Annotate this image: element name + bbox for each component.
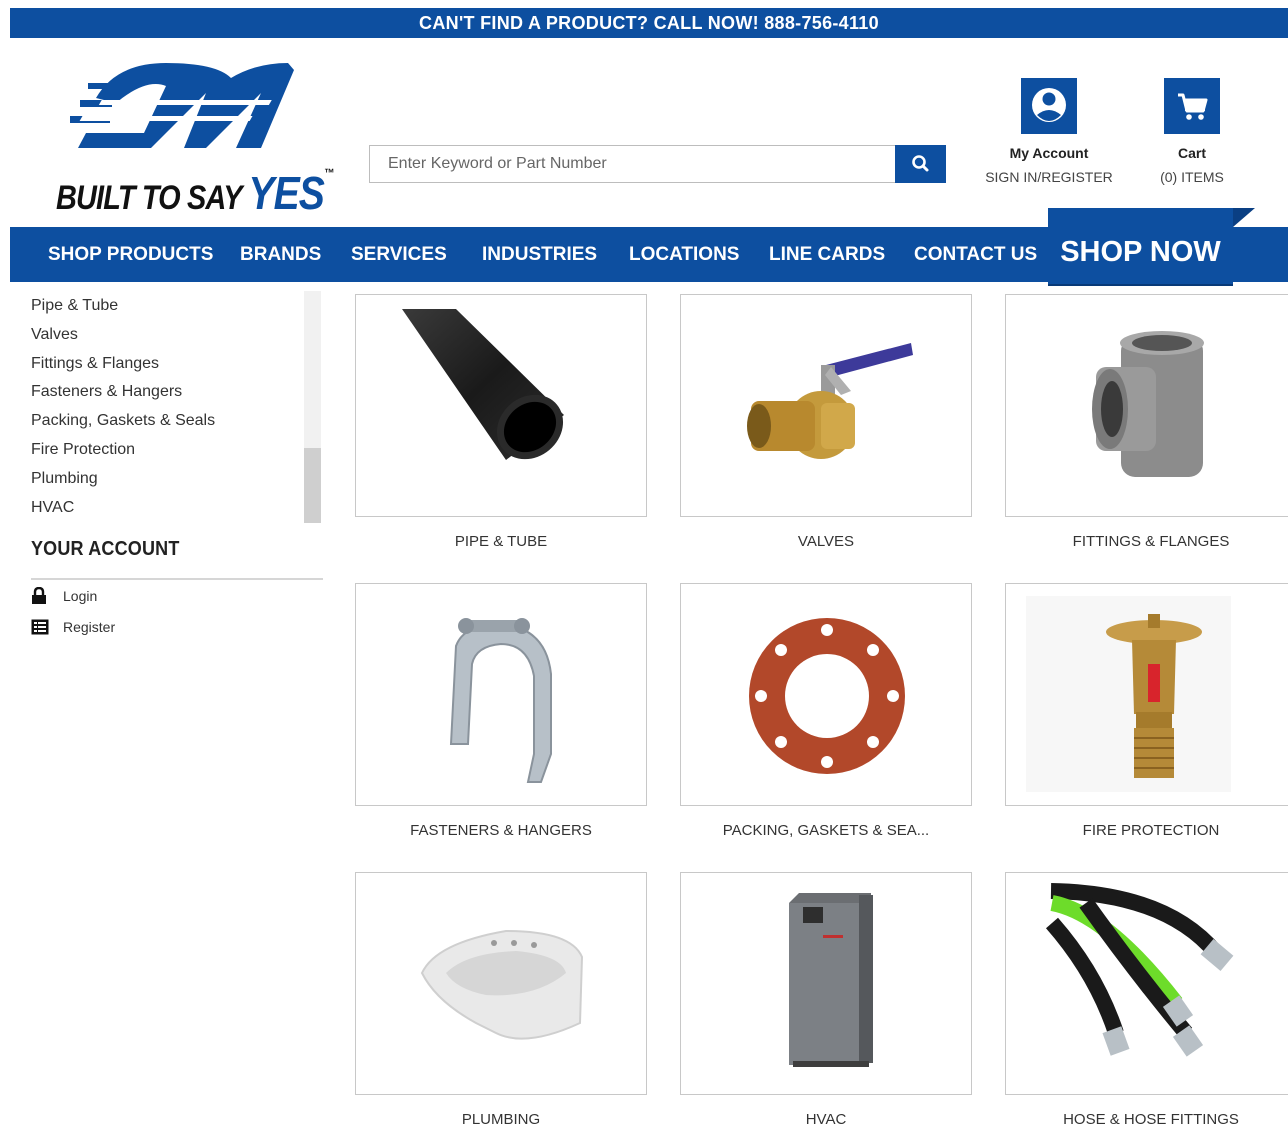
product-card-fasteners-hangers[interactable] [355,583,647,806]
search-input[interactable] [370,146,896,182]
nav-services[interactable]: SERVICES [351,227,447,282]
category-sidebar: Pipe & Tube Valves Fittings & Flanges Fa… [31,292,306,522]
product-label-packing-gaskets[interactable]: PACKING, GASKETS & SEA... [680,822,972,839]
product-label-pipe-tube[interactable]: PIPE & TUBE [355,533,647,550]
boiler-unit-image [789,893,873,1067]
product-card-fittings-flanges[interactable] [1005,294,1288,517]
sidebar-item-plumbing[interactable]: Plumbing [31,465,306,494]
sidebar-item-packing-gaskets-seals[interactable]: Packing, Gaskets & Seals [31,407,306,436]
logo-slogan: BUILT TO SAY YES™ [56,166,334,220]
login-label: Login [63,588,98,604]
lock-icon [32,587,46,604]
shop-now-tab-corner [1233,208,1255,227]
sidebar-item-pipe-tube[interactable]: Pipe & Tube [31,292,306,321]
divider [31,578,323,580]
cart-link[interactable]: Cart (0) ITEMS [1127,78,1257,185]
nav-line-cards[interactable]: LINE CARDS [769,227,885,282]
sidebar-item-fasteners-hangers[interactable]: Fasteners & Hangers [31,378,306,407]
register-list-icon [31,619,49,635]
search-icon [912,155,929,172]
search-button[interactable] [895,145,946,183]
cart-icon [1164,78,1220,134]
user-circle-icon [1021,78,1077,134]
red-flange-gasket-image [749,618,905,774]
sidebar-item-fire-protection[interactable]: Fire Protection [31,436,306,465]
product-label-plumbing[interactable]: PLUMBING [355,1111,647,1127]
register-label: Register [63,619,116,635]
nav-brands[interactable]: BRANDS [240,227,321,282]
your-account-heading: YOUR ACCOUNT [31,538,180,560]
my-account-title: My Account [1009,145,1089,161]
product-card-plumbing[interactable] [355,872,647,1095]
nav-shop-products[interactable]: SHOP PRODUCTS [48,227,213,282]
trademark-mark: ™ [324,166,334,180]
product-card-valves[interactable] [680,294,972,517]
product-card-fire-protection[interactable] [1005,583,1288,806]
product-card-hvac[interactable] [680,872,972,1095]
product-card-hose-fittings[interactable] [1005,872,1288,1095]
nav-contact-us[interactable]: CONTACT US [914,227,1037,282]
product-card-packing-gaskets[interactable] [680,583,972,806]
product-label-valves[interactable]: VALVES [680,533,972,550]
slogan-text: BUILT TO SAY [56,179,249,217]
my-account-link[interactable]: My Account SIGN IN/REGISTER [984,78,1114,185]
sidebar-item-hvac[interactable]: HVAC [31,494,306,523]
wall-sink-image [420,929,584,1040]
pipe-tee-fitting-image [1092,331,1204,477]
cart-title: Cart [1177,145,1206,161]
nav-locations[interactable]: LOCATIONS [629,227,739,282]
slogan-yes: YES [248,167,325,219]
cart-items-count: (0) ITEMS [1160,169,1224,185]
nav-industries[interactable]: INDUSTRIES [482,227,597,282]
pipe-hanger-clamp-image [449,618,552,783]
macomb-logo[interactable]: THE MACOMB GROUP BUILT TO SAY YES™ [56,58,334,219]
product-label-fittings-flanges[interactable]: FITTINGS & FLANGES [1005,533,1288,550]
fire-sprinkler-head-image [1026,596,1231,792]
call-banner: CAN'T FIND A PRODUCT? CALL NOW! 888-756-… [10,8,1288,38]
product-label-fasteners-hangers[interactable]: FASTENERS & HANGERS [355,822,647,839]
black-pipe-image [402,309,564,460]
sidebar-scrollbar-thumb[interactable] [304,448,321,523]
hoses-image [1045,883,1234,1057]
shop-now-button[interactable]: SHOP NOW [1048,208,1233,284]
sidebar-item-valves[interactable]: Valves [31,321,306,350]
product-label-hose-fittings[interactable]: HOSE & HOSE FITTINGS [1005,1111,1288,1127]
product-label-hvac[interactable]: HVAC [680,1111,972,1127]
product-card-pipe-tube[interactable] [355,294,647,517]
brass-ball-valve-image [747,343,913,459]
sidebar-item-fittings-flanges[interactable]: Fittings & Flanges [31,350,306,379]
sign-in-register-link[interactable]: SIGN IN/REGISTER [984,169,1114,185]
product-label-fire-protection[interactable]: FIRE PROTECTION [1005,822,1288,839]
search-bar [369,145,946,183]
